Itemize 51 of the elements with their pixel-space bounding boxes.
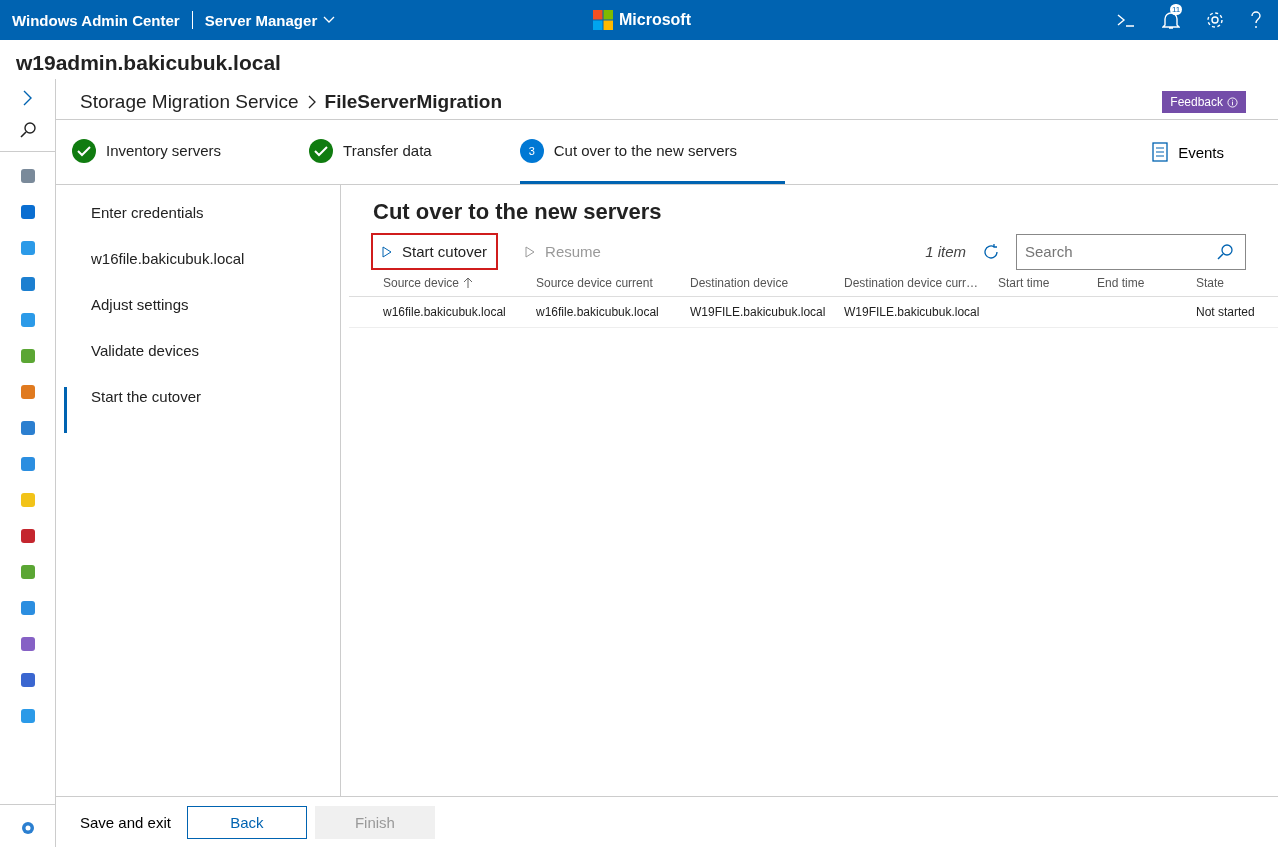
table-cell: w16file.bakicubuk.local: [536, 305, 659, 319]
app-title[interactable]: Windows Admin Center: [12, 11, 180, 29]
column-header[interactable]: Destination device: [690, 276, 789, 290]
logo-icon: [593, 10, 613, 30]
chevron-right-icon: [306, 94, 317, 110]
toolbar-button[interactable]: Start cutover: [371, 233, 499, 270]
document-icon: [1152, 142, 1169, 162]
table-cell: W19FILE.bakicubuk.local: [690, 305, 826, 319]
table-cell: W19FILE.bakicubuk.local: [844, 305, 980, 319]
column-header[interactable]: State: [1196, 276, 1225, 290]
breadcrumb-link[interactable]: Storage Migration Service: [80, 91, 299, 113]
check-circle-icon: [309, 138, 334, 163]
tool-dropdown[interactable]: Server Manager: [204, 11, 336, 29]
search-field[interactable]: Search: [1016, 233, 1246, 270]
item-count: 1 item: [925, 243, 966, 260]
step-number: 3: [519, 138, 544, 163]
wizard-step[interactable]: Inventory servers: [72, 120, 234, 184]
table-cell: Not started: [1196, 305, 1255, 319]
nav-item[interactable]: w16file.bakicubuk.local: [64, 249, 340, 295]
nav-item[interactable]: Start the cutover: [64, 387, 340, 433]
bell-icon[interactable]: [1162, 10, 1180, 30]
events-button[interactable]: Events: [1146, 120, 1230, 184]
check-circle-icon: [72, 138, 96, 163]
logo-text: Microsoft: [619, 11, 691, 29]
section-heading: Cut over to the new servers: [373, 199, 663, 225]
nav-item[interactable]: Adjust settings: [64, 295, 340, 341]
chevron-down-icon: [323, 16, 336, 24]
search-icon: [1216, 242, 1234, 261]
back-button[interactable]: Back: [186, 805, 307, 839]
help-icon[interactable]: [1250, 11, 1262, 29]
column-header[interactable]: Source device: [383, 276, 474, 290]
info-icon: [1227, 96, 1238, 108]
notification-badge: 11: [1170, 4, 1183, 15]
column-header[interactable]: End time: [1097, 276, 1145, 290]
column-header[interactable]: Destination device curr…: [844, 276, 979, 290]
play-icon: [525, 245, 536, 258]
server-title: w19admin.bakicubuk.local: [15, 50, 282, 76]
column-header[interactable]: Source device current: [536, 276, 653, 290]
search-icon[interactable]: [18, 121, 37, 139]
nav-item[interactable]: Validate devices: [64, 341, 340, 387]
breadcrumb-current: FileServerMigration: [324, 91, 502, 113]
wizard-step[interactable]: 3 Cut over to the new servers: [519, 120, 786, 184]
save-exit-button[interactable]: Save and exit: [72, 805, 179, 839]
refresh-icon[interactable]: [982, 242, 1000, 261]
nav-item[interactable]: Enter credentials: [64, 203, 340, 249]
column-header[interactable]: Start time: [998, 276, 1050, 290]
table-cell: w16file.bakicubuk.local: [383, 305, 506, 319]
play-icon: [382, 245, 392, 258]
expand-icon[interactable]: [21, 89, 34, 107]
wizard-step[interactable]: Transfer data: [309, 120, 444, 184]
feedback-button[interactable]: Feedback: [1162, 91, 1246, 113]
